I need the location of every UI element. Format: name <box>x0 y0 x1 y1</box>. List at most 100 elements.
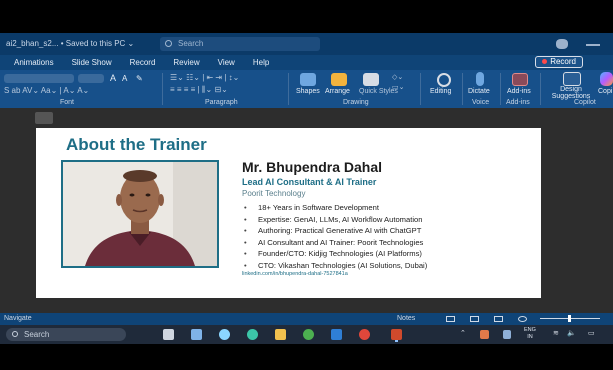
arrange-button[interactable]: Arrange <box>325 88 350 95</box>
title-bar: ai2_bhan_s2... • Saved to this PC ⌄ Sear… <box>0 33 613 55</box>
editing-button[interactable]: Editing <box>430 88 451 95</box>
arrange-icon[interactable] <box>331 73 347 86</box>
zoom-slider[interactable] <box>540 315 600 322</box>
language-code: ENG <box>524 327 536 333</box>
separator <box>420 73 421 105</box>
tab-record[interactable]: Record <box>130 58 156 67</box>
tab-slide-show[interactable]: Slide Show <box>72 58 112 67</box>
task-view-icon[interactable] <box>163 329 174 340</box>
group-label-drawing: Drawing <box>343 99 369 106</box>
tab-review[interactable]: Review <box>173 58 199 67</box>
bullet-item: CTO: Vikashan Technologies (AI Solutions… <box>242 260 427 272</box>
reading-view-icon[interactable] <box>494 316 503 322</box>
separator <box>500 73 501 105</box>
quick-styles-icon[interactable] <box>363 73 379 86</box>
separator <box>288 73 289 105</box>
font-shrink-icon[interactable]: A <box>122 74 127 83</box>
file-explorer-icon[interactable] <box>275 329 286 340</box>
shape-fill-icon[interactable]: ◇⌄ <box>392 73 403 81</box>
tab-animations[interactable]: Animations <box>14 58 54 67</box>
separator <box>162 73 163 105</box>
record-button[interactable]: Record <box>535 56 583 68</box>
design-suggestions-icon[interactable] <box>563 72 581 86</box>
slide-thumbnail-icon[interactable] <box>35 112 53 124</box>
group-label-add-ins: Add-ins <box>506 99 530 106</box>
search-icon <box>165 40 172 47</box>
slide-sorter-icon[interactable] <box>470 316 479 322</box>
trainer-organization: Poorit Technology <box>242 189 306 198</box>
volume-icon[interactable]: 🔈 <box>567 329 576 337</box>
dictate-button[interactable]: Dictate <box>468 88 490 95</box>
shapes-icon[interactable] <box>300 73 316 86</box>
shape-outline-icon[interactable]: ▭⌄ <box>392 83 404 91</box>
app-icon[interactable] <box>219 329 230 340</box>
shapes-button[interactable]: Shapes <box>296 88 320 95</box>
status-bar: Navigate Notes <box>0 313 613 325</box>
file-name[interactable]: ai2_bhan_s2... • Saved to this PC ⌄ <box>6 39 134 48</box>
app-icon[interactable] <box>359 329 370 340</box>
copilot-icon[interactable] <box>600 72 613 86</box>
profile-icon[interactable] <box>556 39 568 49</box>
group-label-font: Font <box>60 99 75 106</box>
normal-view-icon[interactable] <box>446 316 455 322</box>
wifi-icon[interactable]: ≋ <box>553 329 559 337</box>
outlook-icon[interactable] <box>331 329 342 340</box>
bullet-item: AI Consultant and AI Trainer: Poorit Tec… <box>242 237 427 249</box>
add-ins-button[interactable]: Add-ins <box>507 88 531 95</box>
input-language-indicator[interactable]: ENG IN <box>524 327 536 341</box>
minimize-icon[interactable] <box>586 44 600 46</box>
list-icons[interactable]: ☰⌄ ☷⌄ | ⇤ ⇥ | ↕⌄ <box>170 73 239 82</box>
slide-canvas[interactable]: About the Trainer Mr. Bhupendra Dahal Le… <box>36 128 541 298</box>
battery-icon[interactable]: ▭ <box>588 329 595 337</box>
format-tools-icons[interactable]: S ab AV⌄ Aa⌄ | A⌄ A⌄ <box>4 86 89 95</box>
group-label-voice: Voice <box>472 99 490 106</box>
ribbon-tabs: Animations Slide Show Record Review View… <box>0 55 613 70</box>
slideshow-view-icon[interactable] <box>518 316 527 322</box>
group-label-copilot: Copilot <box>574 99 596 106</box>
linkedin-link[interactable]: linkedin.com/in/bhupendra-dahal-7527841a <box>242 271 348 277</box>
font-grow-icon[interactable]: A <box>110 73 116 83</box>
bullet-item: Authoring: Practical Generative AI with … <box>242 225 427 237</box>
status-navigate[interactable]: Navigate <box>4 315 32 322</box>
design-suggestions-button[interactable]: Design Suggestions <box>548 86 594 100</box>
align-icons[interactable]: ≡ ≡ ≡ ≡ | ⫼⌄ ⊟⌄ <box>170 85 228 95</box>
trainer-photo <box>61 160 219 268</box>
taskbar-search[interactable]: Search <box>6 328 126 341</box>
clear-format-icon[interactable]: ✎ <box>136 74 143 83</box>
edge-browser-icon[interactable] <box>247 329 258 340</box>
title-search-box[interactable]: Search <box>160 37 320 51</box>
group-label-paragraph: Paragraph <box>205 99 238 106</box>
separator <box>540 73 541 105</box>
title-search-placeholder: Search <box>178 39 204 48</box>
record-button-label: Record <box>550 57 576 66</box>
microphone-icon[interactable] <box>476 72 484 86</box>
show-hidden-icons[interactable]: ⌃ <box>460 329 466 337</box>
trainer-photo-drawing <box>63 162 217 266</box>
trainer-name: Mr. Bhupendra Dahal <box>242 159 383 175</box>
taskbar: Search ⌃ ENG IN ≋ 🔈 ▭ <box>0 325 613 344</box>
tray-app-icon[interactable] <box>480 330 489 339</box>
bullet-item: Founder/CTO: Kidjig Technologies (AI Pla… <box>242 248 427 260</box>
region-code: IN <box>527 334 533 340</box>
bullet-item: 18+ Years in Software Development <box>242 202 427 214</box>
trainer-bullet-list: 18+ Years in Software Development Expert… <box>242 202 427 272</box>
tab-help[interactable]: Help <box>253 58 269 67</box>
bullet-item: Expertise: GenAI, LLMs, AI Workflow Auto… <box>242 214 427 226</box>
copilot-button[interactable]: Copi <box>598 88 612 95</box>
chrome-browser-icon[interactable] <box>303 329 314 340</box>
taskbar-search-placeholder: Search <box>24 330 50 339</box>
tray-app-icon[interactable] <box>503 330 511 339</box>
font-size-box[interactable] <box>78 74 104 83</box>
widgets-icon[interactable] <box>191 329 202 340</box>
notes-button[interactable]: Notes <box>397 315 415 322</box>
separator <box>462 73 463 105</box>
slide-title: About the Trainer <box>66 135 207 154</box>
trainer-role: Lead AI Consultant & AI Trainer <box>242 177 377 187</box>
font-name-box[interactable] <box>4 74 74 83</box>
add-ins-icon[interactable] <box>512 73 528 86</box>
editing-icon[interactable] <box>437 73 451 87</box>
zoom-slider-thumb[interactable] <box>568 315 571 322</box>
tab-view[interactable]: View <box>218 58 235 67</box>
powerpoint-icon[interactable] <box>391 329 402 340</box>
screen: ai2_bhan_s2... • Saved to this PC ⌄ Sear… <box>0 0 613 370</box>
